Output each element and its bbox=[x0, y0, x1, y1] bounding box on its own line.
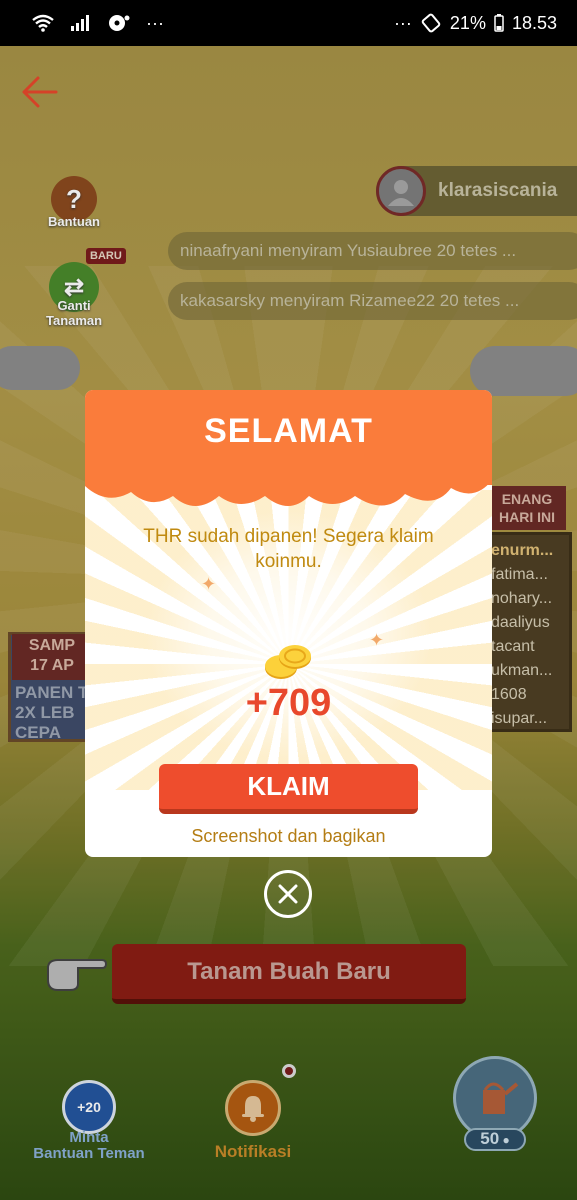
more-status-icon: ··· bbox=[393, 12, 412, 33]
modal-title: SELAMAT bbox=[204, 412, 373, 450]
battery-icon bbox=[494, 14, 504, 32]
claim-button-label: KLAIM bbox=[247, 771, 330, 801]
clock: 18.53 bbox=[511, 12, 557, 33]
coin-amount: +709 bbox=[245, 682, 332, 724]
congrats-modal: SELAMAT THR sudah dipanen! Segera klaim … bbox=[85, 390, 492, 857]
close-modal-button[interactable] bbox=[264, 870, 312, 918]
modal-message: THR sudah dipanen! Segera klaim koinmu. bbox=[143, 526, 434, 572]
sparkle-icon: ✦ bbox=[201, 574, 217, 594]
sparkle-icon: ✦ bbox=[369, 630, 385, 650]
screenshot-share-link[interactable]: Screenshot dan bagikan bbox=[85, 826, 492, 847]
rotate-icon bbox=[420, 13, 442, 33]
battery-percent: 21% bbox=[449, 12, 486, 33]
signal-icon bbox=[70, 15, 92, 31]
more-notifications-icon: ··· bbox=[146, 12, 164, 33]
status-bar: ··· ··· 21% 18.53 bbox=[0, 0, 577, 46]
claim-button[interactable]: KLAIM bbox=[159, 764, 418, 814]
modal-header-clouds bbox=[85, 450, 492, 506]
disc-icon bbox=[108, 14, 130, 32]
wifi-icon bbox=[32, 14, 54, 32]
close-icon bbox=[278, 884, 298, 904]
coins-icon bbox=[265, 645, 311, 679]
